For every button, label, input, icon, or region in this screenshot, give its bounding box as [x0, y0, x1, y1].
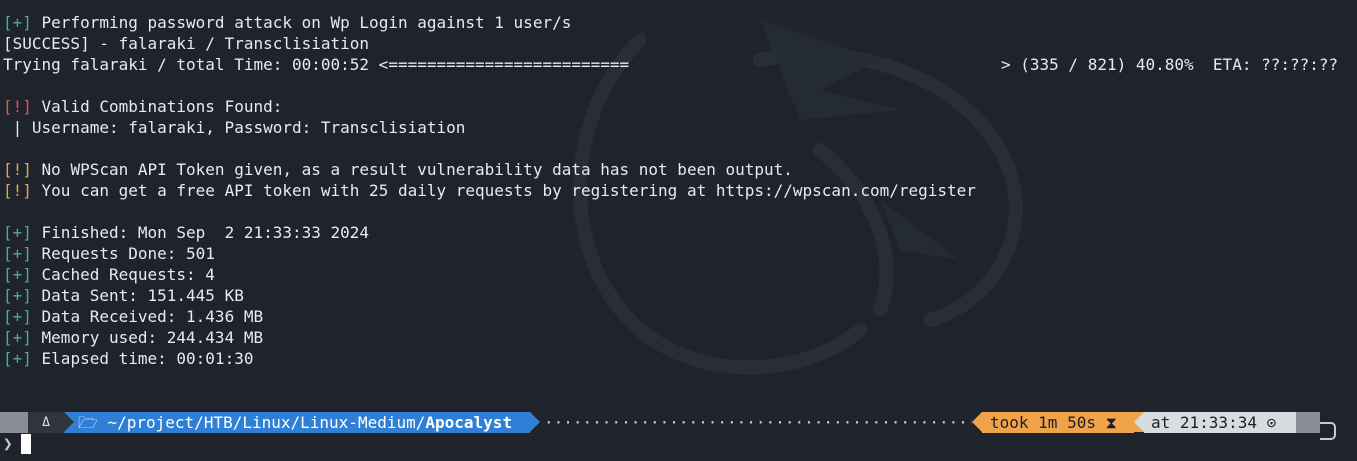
cwd-path-current: Apocalyst — [425, 413, 513, 432]
status-tag-plus: [+] — [3, 223, 32, 242]
finished-text: Finished: Mon Sep 2 21:33:33 2024 — [31, 223, 370, 242]
free-token-text: You can get a free API token with 25 dai… — [31, 181, 976, 200]
prompt-left-cap — [0, 412, 28, 433]
token-warning-line: [!] No WPScan API Token given, as a resu… — [3, 159, 1353, 180]
elapsed-text: Elapsed time: 00:01:30 — [31, 349, 254, 368]
attack-text: Performing password attack on Wp Login a… — [31, 13, 572, 32]
cwd-segment: 🗁 ~/project/HTB/Linux/Linux-Medium/Apoca… — [64, 412, 530, 433]
data-sent-line: [+] Data Sent: 151.445 KB — [3, 285, 1353, 306]
valid-line: [!] Valid Combinations Found: — [3, 96, 1353, 117]
cwd-segment-separator — [530, 412, 540, 432]
prompt-filler-dots: ········································… — [544, 413, 972, 432]
valid-text: Valid Combinations Found: — [31, 97, 283, 116]
status-tag-plus: [+] — [3, 286, 32, 305]
time-segment: at 21:33:34 ⊙ — [1144, 412, 1296, 433]
token-warning-text: No WPScan API Token given, as a result v… — [31, 160, 793, 179]
cached-text: Cached Requests: 4 — [31, 265, 215, 284]
data-sent-text: Data Sent: 151.445 KB — [31, 286, 244, 305]
status-tag-bang: [!] — [3, 160, 32, 179]
duration-segment: took 1m 50s ⧗ — [982, 412, 1134, 433]
requests-text: Requests Done: 501 — [31, 244, 215, 263]
prompt-frame-corner — [1320, 422, 1336, 440]
memory-line: [+] Memory used: 244.434 MB — [3, 327, 1353, 348]
time-segment-separator — [1134, 412, 1144, 432]
status-tag-plus: [+] — [3, 13, 32, 32]
progress-right: > (335 / 821) 40.80% ETA: ??:??:?? — [1001, 55, 1339, 74]
cached-line: [+] Cached Requests: 4 — [3, 264, 1353, 285]
data-received-line: [+] Data Received: 1.436 MB — [3, 306, 1353, 327]
os-icon: Δ — [28, 412, 64, 433]
folder-icon: 🗁 — [78, 413, 98, 432]
requests-line: [+] Requests Done: 501 — [3, 243, 1353, 264]
progress-left: Trying falaraki / total Time: 00:00:52 <… — [3, 55, 630, 74]
progress-line: Trying falaraki / total Time: 00:00:52 <… — [3, 54, 1353, 75]
credentials-line: | Username: falaraki, Password: Transcli… — [3, 118, 466, 137]
memory-text: Memory used: 244.434 MB — [31, 328, 264, 347]
data-received-text: Data Received: 1.436 MB — [31, 307, 264, 326]
prompt-right-cap — [1296, 412, 1320, 433]
took-segment-separator — [972, 412, 982, 432]
status-tag-plus: [+] — [3, 244, 32, 263]
success-line: [SUCCESS] - falaraki / Transclisiation — [3, 34, 370, 53]
os-segment-separator — [64, 412, 74, 432]
status-tag-plus: [+] — [3, 265, 32, 284]
time-text: at 21:33:34 — [1151, 413, 1267, 432]
attack-line: [+] Performing password attack on Wp Log… — [3, 12, 1353, 33]
duration-text: took 1m 50s — [990, 413, 1106, 432]
finished-line: [+] Finished: Mon Sep 2 21:33:33 2024 — [3, 222, 1353, 243]
cwd-path-prefix: ~/project/HTB/Linux/Linux-Medium/ — [107, 413, 426, 432]
terminal-output: [+] Performing password attack on Wp Log… — [3, 12, 1353, 369]
free-token-line: [!] You can get a free API token with 25… — [3, 180, 1353, 201]
clock-icon: ⊙ — [1266, 413, 1277, 432]
status-tag-plus: [+] — [3, 328, 32, 347]
hourglass-icon: ⧗ — [1105, 413, 1117, 432]
shell-prompt-bar: Δ 🗁 ~/project/HTB/Linux/Linux-Medium/Apo… — [0, 412, 1357, 433]
status-tag-plus: [+] — [3, 349, 32, 368]
status-tag-plus: [+] — [3, 307, 32, 326]
elapsed-line: [+] Elapsed time: 00:01:30 — [3, 348, 1353, 369]
status-tag-bang: [!] — [3, 181, 32, 200]
prompt-caret-icon: ❯ — [3, 434, 13, 453]
command-input-cursor[interactable] — [21, 434, 31, 454]
status-tag-bang: [!] — [3, 97, 32, 116]
